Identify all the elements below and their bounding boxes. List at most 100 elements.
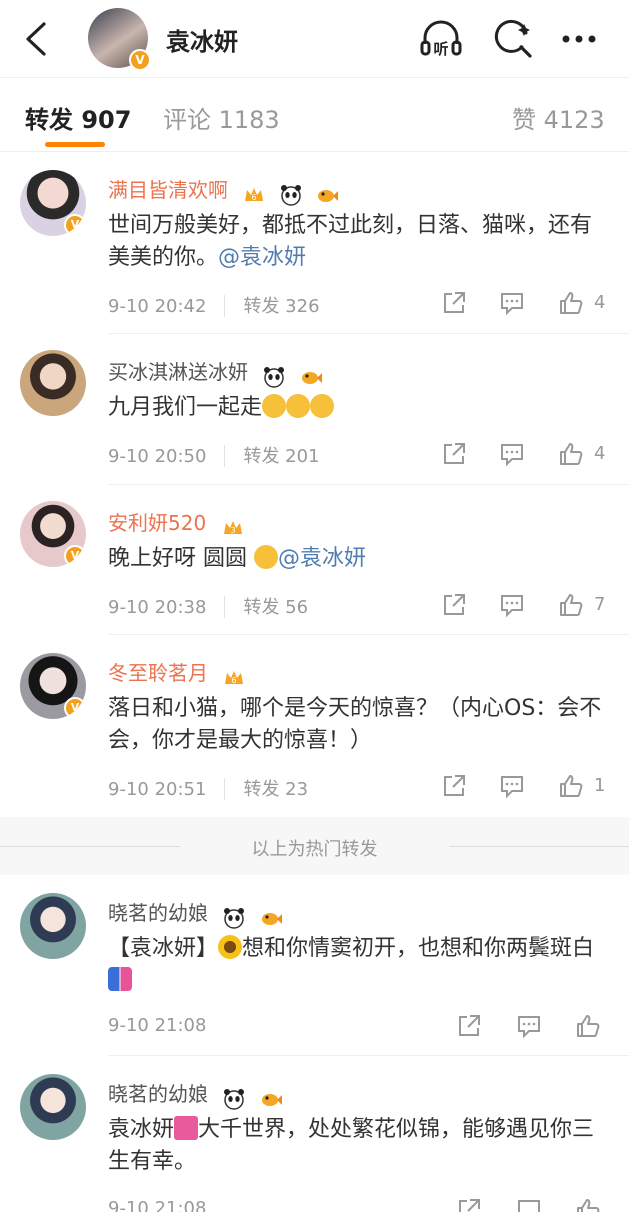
page-title[interactable]: 袁冰妍 [166, 22, 238, 57]
vip-crown-icon: 6 [245, 187, 264, 202]
listen-icon[interactable]: 听 [418, 16, 464, 62]
vip-crown-icon: 3 [223, 520, 242, 535]
repost-text: 袁冰妍 大千世界，处处繁花似锦，能够遇见你三生有幸。 [108, 1116, 595, 1174]
like-icon[interactable] [574, 1196, 602, 1212]
fish-icon [261, 1093, 282, 1106]
search-icon[interactable] [490, 16, 536, 62]
header-avatar[interactable]: V [88, 8, 151, 71]
list-item[interactable]: V 满目皆清欢啊 6 世间万般美好，都抵不过此刻，日落、猫咪，还有美美的你。@袁… [0, 152, 629, 334]
emoji-kiss-icon [254, 545, 278, 569]
timestamp: 9-10 20:51 [108, 779, 207, 800]
svg-text:6: 6 [252, 193, 257, 202]
repost-text: 落日和小猫，哪个是今天的惊喜？（内心OS：会不会，你才是最大的惊喜！） [108, 696, 602, 753]
item-meta: 9-10 21:08 [108, 1015, 206, 1036]
like-icon[interactable] [557, 772, 585, 800]
emoji-crying-icon [286, 394, 311, 418]
couple-icon [108, 967, 132, 991]
comment-icon[interactable] [498, 591, 526, 619]
verified-badge-icon: V [64, 697, 86, 719]
timestamp: 9-10 20:42 [108, 296, 207, 317]
comment-icon[interactable] [498, 289, 526, 317]
repost-text: 【袁冰妍】 想和你情窦初开，也想和你两鬓斑白 [108, 933, 608, 997]
avatar[interactable] [20, 1074, 86, 1140]
comment-icon[interactable] [515, 1012, 543, 1040]
repost-count: 转发 326 [243, 296, 320, 317]
tab-reposts[interactable]: 转发 907 [25, 100, 131, 135]
fish-icon [318, 189, 339, 202]
list-item[interactable]: 买冰淇淋送冰妍 九月我们一起走 9-10 20:50 转发 201 4 [0, 334, 629, 485]
panda-icon [224, 1088, 245, 1110]
tab-bar: 转发 907 评论 1183 赞 4123 [0, 78, 629, 152]
vip-crown-icon: 6 [225, 670, 244, 685]
item-meta: 9-10 20:50 转发 201 [108, 442, 320, 468]
item-meta: 9-10 20:38 转发 56 [108, 593, 308, 619]
avatar[interactable]: V [20, 501, 86, 567]
avatar[interactable] [20, 350, 86, 416]
back-icon[interactable] [20, 20, 52, 58]
svg-text:6: 6 [232, 676, 237, 685]
username[interactable]: 晓茗的幼娘 [108, 897, 289, 930]
repost-count: 转发 56 [243, 597, 309, 618]
list-item[interactable]: V 冬至聆茗月 6 落日和小猫，哪个是今天的惊喜？（内心OS：会不会，你才是最大… [0, 635, 629, 817]
username[interactable]: 买冰淇淋送冰妍 [108, 356, 329, 389]
share-icon[interactable] [455, 1196, 483, 1212]
more-icon[interactable] [556, 16, 602, 62]
like-count: 7 [594, 594, 606, 615]
share-icon[interactable] [455, 1012, 483, 1040]
fish-icon [301, 371, 322, 384]
hot-reposts-separator: 以上为热门转发 [0, 817, 629, 875]
repost-text: 世间万般美好，都抵不过此刻，日落、猫咪，还有美美的你。@袁冰妍 [108, 213, 593, 270]
repost-count: 转发 201 [243, 446, 320, 467]
like-icon[interactable] [574, 1012, 602, 1040]
sunflower-icon [218, 935, 243, 959]
mention-link[interactable]: @袁冰妍 [218, 245, 306, 270]
comment-icon[interactable] [498, 772, 526, 800]
timestamp: 9-10 20:50 [108, 446, 207, 467]
tab-likes[interactable]: 赞 4123 [512, 100, 605, 135]
tab-comments[interactable]: 评论 1183 [163, 100, 280, 135]
username[interactable]: 安利妍520 3 [108, 507, 251, 540]
share-icon[interactable] [440, 440, 468, 468]
verified-badge-icon: V [129, 49, 151, 71]
avatar[interactable] [20, 893, 86, 959]
share-icon[interactable] [440, 772, 468, 800]
divider [224, 295, 226, 317]
like-icon[interactable] [557, 289, 585, 317]
list-item[interactable]: V 安利妍520 3 晚上好呀 圆圆 @袁冰妍 9-10 20:38 转发 56 … [0, 485, 629, 635]
list-item[interactable]: 晓茗的幼娘 【袁冰妍】 想和你情窦初开，也想和你两鬓斑白 9-10 21:08 [0, 875, 629, 1056]
like-count: 1 [594, 775, 606, 796]
avatar[interactable]: V [20, 170, 86, 236]
hot-reposts-label: 以上为热门转发 [251, 839, 378, 860]
timestamp: 9-10 21:08 [108, 1198, 207, 1212]
share-icon[interactable] [440, 591, 468, 619]
share-icon[interactable] [440, 289, 468, 317]
like-count: 4 [594, 292, 606, 313]
verified-badge-icon: V [64, 545, 86, 567]
item-meta: 9-10 20:42 转发 326 [108, 292, 320, 318]
verified-badge-icon: V [64, 214, 86, 236]
like-icon[interactable] [557, 591, 585, 619]
top-bar: V 袁冰妍 听 [0, 0, 629, 78]
username[interactable]: 晓茗的幼娘 [108, 1078, 289, 1111]
like-icon[interactable] [557, 440, 585, 468]
emoji-crying-icon [310, 394, 335, 418]
timestamp: 9-10 21:08 [108, 1015, 207, 1036]
item-meta: 9-10 21:08 [108, 1198, 206, 1212]
avatar[interactable]: V [20, 653, 86, 719]
panda-icon [224, 907, 245, 929]
active-tab-indicator [45, 142, 105, 147]
like-count: 4 [594, 443, 606, 464]
divider [224, 445, 226, 467]
svg-text:3: 3 [230, 526, 235, 535]
divider [224, 778, 226, 800]
repost-count: 转发 23 [243, 779, 309, 800]
divider [224, 596, 226, 618]
sparkling-heart-icon [174, 1116, 199, 1140]
item-meta: 9-10 20:51 转发 23 [108, 775, 308, 801]
comment-icon[interactable] [498, 440, 526, 468]
username[interactable]: 冬至聆茗月 6 [108, 657, 252, 690]
comment-icon[interactable] [515, 1196, 543, 1212]
list-item[interactable]: 晓茗的幼娘 袁冰妍 大千世界，处处繁花似锦，能够遇见你三生有幸。 9-10 21:… [0, 1056, 629, 1212]
mention-link[interactable]: @袁冰妍 [278, 546, 366, 571]
username[interactable]: 满目皆清欢啊 6 [108, 174, 345, 207]
